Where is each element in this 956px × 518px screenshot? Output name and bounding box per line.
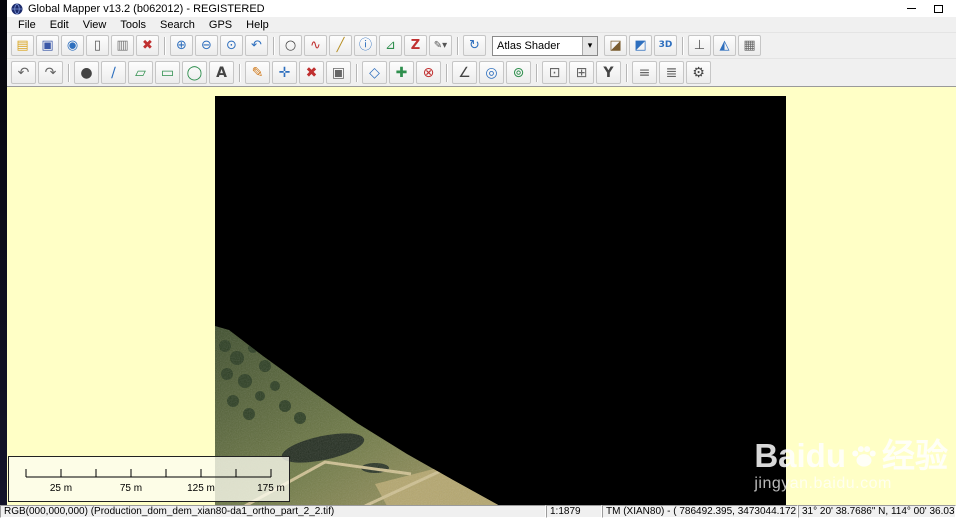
insert-vertex-icon[interactable]: ✚ — [389, 61, 414, 84]
water-shading-icon[interactable]: ◩ — [629, 35, 652, 56]
shader-dropdown[interactable]: Atlas Shader ▾ — [492, 35, 598, 56]
create-circle-icon[interactable]: ◯ — [182, 61, 207, 84]
copy-feature-icon[interactable]: ▣ — [326, 61, 351, 84]
paw-icon — [852, 445, 876, 467]
split-line-icon[interactable]: Y — [596, 61, 621, 84]
range-rings-icon[interactable]: ◎ — [479, 61, 504, 84]
menu-edit[interactable]: Edit — [43, 19, 76, 31]
menu-search[interactable]: Search — [153, 19, 202, 31]
toolbar-separator — [273, 36, 274, 55]
minimize-icon — [907, 8, 916, 9]
toolbar-separator — [626, 63, 627, 82]
measure-tool-icon[interactable]: ∿ — [304, 35, 327, 56]
metadata-icon[interactable]: ▥ — [111, 35, 134, 56]
open-datafile-icon[interactable]: ▯ — [86, 35, 109, 56]
create-area-icon[interactable]: ▱ — [128, 61, 153, 84]
settings-icon[interactable]: ⚙ — [686, 61, 711, 84]
view-shed-icon[interactable]: ◭ — [713, 35, 736, 56]
create-rectangle-icon[interactable]: ▭ — [155, 61, 180, 84]
chevron-down-icon: ▾ — [582, 36, 597, 55]
status-coordinates: 31° 20' 38.7686" N, 114° 00' 36.03" — [798, 505, 956, 518]
snap-icon[interactable]: ≡ — [632, 61, 657, 84]
3d-path-icon[interactable]: Z — [404, 35, 427, 56]
watermark: Baidu 经验 jingyan.baidu.com — [754, 439, 948, 493]
toolbar-separator — [457, 36, 458, 55]
toolbar-separator — [68, 63, 69, 82]
combine-areas-icon[interactable]: ⊞ — [569, 61, 594, 84]
watermark-brand-cn: 经验 — [882, 437, 948, 474]
global-mapper-window: Global Mapper v13.2 (b062012) - REGISTER… — [0, 0, 956, 518]
menu-bar: File Edit View Tools Search GPS Help — [7, 17, 956, 32]
scale-label-125m: 125 m — [187, 483, 215, 494]
profile-line-icon[interactable]: ⊥ — [688, 35, 711, 56]
scale-label-75m: 75 m — [120, 483, 142, 494]
show-3d-icon[interactable]: 3D — [654, 35, 677, 56]
create-point-icon[interactable]: ● — [74, 61, 99, 84]
zoom-out-icon[interactable]: ⊖ — [195, 35, 218, 56]
buffer-icon[interactable]: ⊚ — [506, 61, 531, 84]
maximize-icon — [934, 4, 943, 13]
crop-icon[interactable]: ⊡ — [542, 61, 567, 84]
full-extent-icon[interactable]: ⊙ — [220, 35, 243, 56]
menu-file[interactable]: File — [11, 19, 43, 31]
window-body: Global Mapper v13.2 (b062012) - REGISTER… — [0, 0, 956, 505]
watermark-brand: Baidu — [754, 437, 846, 474]
window-title: Global Mapper v13.2 (b062012) - REGISTER… — [28, 2, 265, 15]
zoom-tool-icon[interactable]: ○ — [279, 35, 302, 56]
redo-icon[interactable]: ↷ — [38, 61, 63, 84]
file-toolbar: ▤ ▣ ◉ ▯ ▥ ✖ ⊕ ⊖ ⊙ ↶ ○ ∿ ╱ ⓘ ⊿ Z ✎▾ ↻ Atl… — [7, 32, 956, 58]
scale-label-25m: 25 m — [50, 483, 72, 494]
scale-bar: 25 m 75 m 125 m 175 m — [8, 456, 290, 502]
zoom-in-icon[interactable]: ⊕ — [170, 35, 193, 56]
open-icon[interactable]: ▤ — [11, 35, 34, 56]
title-bar[interactable]: Global Mapper v13.2 (b062012) - REGISTER… — [7, 0, 956, 17]
create-text-icon[interactable]: A — [209, 61, 234, 84]
scale-label-175m: 175 m — [257, 483, 285, 494]
edit-feature-icon[interactable]: ✎ — [245, 61, 270, 84]
desktop-edge — [0, 0, 7, 505]
feature-info-icon[interactable]: ⓘ — [354, 35, 377, 56]
menu-gps[interactable]: GPS — [202, 19, 239, 31]
status-bar: RGB(000,000,000) (Production_dom_dem_xia… — [0, 505, 956, 518]
attributes-icon[interactable]: ≣ — [659, 61, 684, 84]
open-workspace-icon[interactable]: ◉ — [61, 35, 84, 56]
toolbar-separator — [446, 63, 447, 82]
digitizer-tool-icon[interactable]: ╱ — [329, 35, 352, 56]
hill-shading-icon[interactable]: ◪ — [604, 35, 627, 56]
save-icon[interactable]: ▣ — [36, 35, 59, 56]
status-projection: TM (XIAN80) - ( 786492.395, 3473044.172 … — [602, 505, 798, 518]
menu-help[interactable]: Help — [239, 19, 276, 31]
style-pen-icon[interactable]: ✎▾ — [429, 35, 452, 56]
digitizer-toolbar: ↶ ↷ ● ∕ ▱ ▭ ◯ A ✎ ✛ ✖ ▣ ◇ ✚ ⊗ ∠ ◎ ⊚ ⊡ ⊞ … — [7, 58, 956, 86]
path-profile-icon[interactable]: ⊿ — [379, 35, 402, 56]
create-line-icon[interactable]: ∕ — [101, 61, 126, 84]
toolbar-separator — [682, 36, 683, 55]
menu-view[interactable]: View — [76, 19, 114, 31]
map-view[interactable]: 25 m 75 m 125 m 175 m Baidu 经验 jingyan.b… — [7, 86, 956, 505]
measure-angle-icon[interactable]: ∠ — [452, 61, 477, 84]
menu-tools[interactable]: Tools — [113, 19, 153, 31]
watermark-url: jingyan.baidu.com — [754, 475, 892, 492]
minimize-button[interactable] — [898, 1, 925, 16]
status-scale: 1:1879 — [546, 505, 602, 518]
shader-dropdown-value: Atlas Shader — [497, 39, 560, 52]
status-pixel-value: RGB(000,000,000) (Production_dom_dem_xia… — [0, 505, 546, 518]
unload-all-icon[interactable]: ✖ — [136, 35, 159, 56]
toolbar-separator — [164, 36, 165, 55]
delete-vertex-icon[interactable]: ⊗ — [416, 61, 441, 84]
recenter-icon[interactable]: ↻ — [463, 35, 486, 56]
toolbar-separator — [356, 63, 357, 82]
undo-icon[interactable]: ↶ — [11, 61, 36, 84]
app-icon — [11, 3, 23, 15]
raster-layer — [215, 96, 786, 505]
delete-feature-icon[interactable]: ✖ — [299, 61, 324, 84]
grid-setup-icon[interactable]: ▦ — [738, 35, 761, 56]
maximize-button[interactable] — [925, 1, 952, 16]
move-feature-icon[interactable]: ✛ — [272, 61, 297, 84]
vertex-edit-icon[interactable]: ◇ — [362, 61, 387, 84]
toolbar-separator — [239, 63, 240, 82]
toolbar-separator — [536, 63, 537, 82]
previous-view-icon[interactable]: ↶ — [245, 35, 268, 56]
